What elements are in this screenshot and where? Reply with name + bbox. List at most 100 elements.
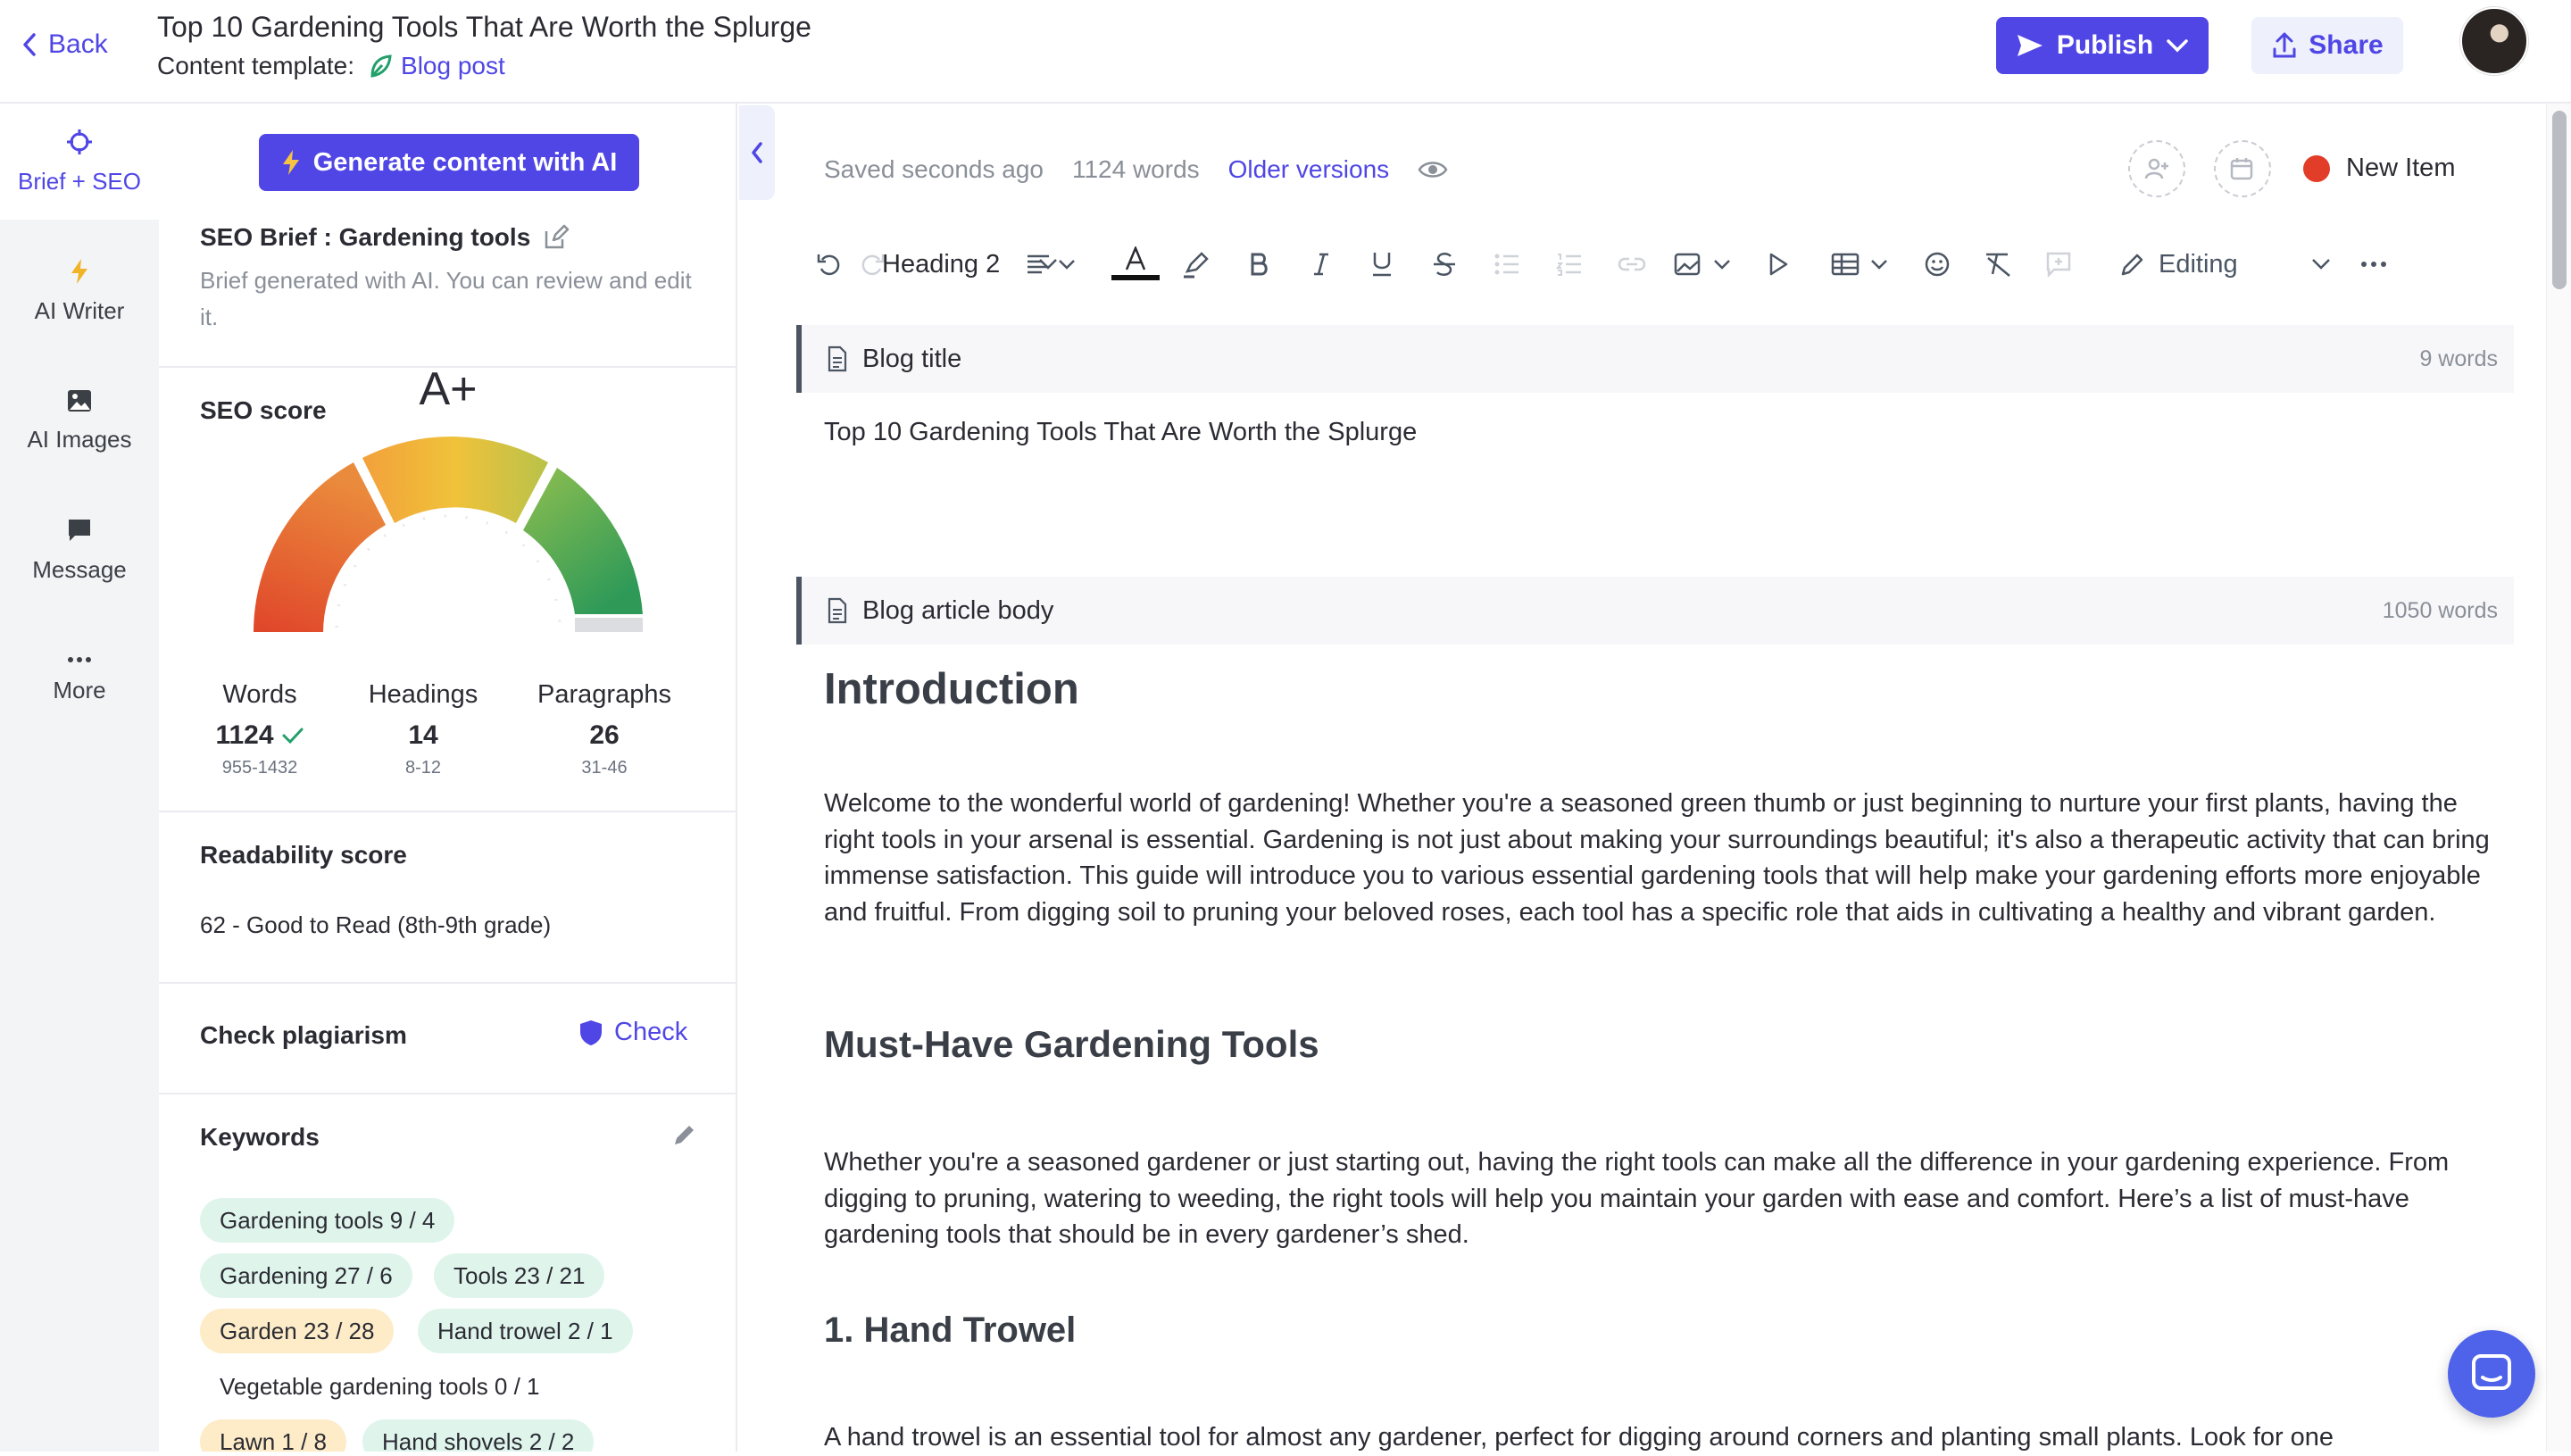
link-icon (1618, 257, 1646, 271)
insert-table-select[interactable] (1826, 230, 1898, 298)
keyword-chip[interactable]: Lawn 1 / 8 (200, 1419, 346, 1452)
status-label: New Item (2346, 154, 2456, 182)
older-versions-link[interactable]: Older versions (1228, 155, 1390, 184)
comment-icon (2046, 252, 2071, 278)
nav-item-ai-writer[interactable]: AI Writer (0, 233, 159, 349)
lightning-icon (282, 150, 299, 175)
block-label: Blog article body (827, 577, 1053, 645)
template-link[interactable]: Blog post (367, 52, 505, 80)
nav-item-more[interactable]: More (0, 621, 159, 737)
nav-label-brief-seo: Brief + SEO (18, 167, 141, 195)
bullet-list-button[interactable] (1489, 230, 1525, 298)
blog-title-field[interactable]: Top 10 Gardening Tools That Are Worth th… (824, 418, 1417, 447)
clear-formatting-button[interactable] (1980, 230, 2016, 298)
nav-label-ai-writer: AI Writer (34, 296, 125, 324)
collapse-panel-button[interactable] (739, 105, 775, 200)
underline-icon (1373, 253, 1391, 277)
paragraph-introduction[interactable]: Welcome to the wonderful world of garden… (824, 786, 2502, 930)
plagiarism-title: Check plagiarism (200, 1021, 407, 1049)
schedule-button[interactable] (2214, 140, 2271, 197)
italic-button[interactable] (1303, 230, 1339, 298)
scroll-thumb[interactable] (2552, 111, 2567, 289)
chevron-left-icon (23, 33, 36, 56)
keyword-chip[interactable]: Gardening tools 9 / 4 (200, 1198, 455, 1243)
keyword-chip[interactable]: Vegetable gardening tools 0 / 1 (200, 1364, 560, 1409)
seo-grade: A+ (419, 363, 478, 415)
add-collaborator-button[interactable] (2128, 140, 2185, 197)
eye-icon[interactable] (1418, 159, 1448, 180)
align-select[interactable] (1021, 230, 1084, 298)
stat-value-row: 1124 (175, 720, 345, 751)
nav-label-message: Message (32, 555, 127, 583)
gauge-segment-green (523, 468, 643, 614)
nav-item-message[interactable]: Message (0, 492, 159, 608)
keyword-chip[interactable]: Gardening 27 / 6 (200, 1253, 412, 1298)
insert-image-select[interactable] (1669, 230, 1741, 298)
readability-title: Readability score (200, 841, 407, 869)
undo-button[interactable] (811, 230, 846, 298)
emoji-icon (1925, 252, 1950, 277)
text-color-button[interactable] (1111, 230, 1161, 298)
more-dots-icon (68, 656, 91, 662)
document-icon (828, 597, 847, 624)
editing-mode-select[interactable]: Editing (2119, 230, 2238, 298)
keyword-chip[interactable]: Hand shovels 2 / 2 (362, 1419, 595, 1452)
gauge-segment-red (254, 462, 386, 632)
support-chat-button[interactable] (2448, 1330, 2535, 1418)
keyword-chip[interactable]: Hand trowel 2 / 1 (418, 1309, 633, 1353)
nav-label-more: More (53, 676, 106, 703)
share-button[interactable]: Share (2251, 17, 2403, 74)
stat-value: 1124 (215, 720, 274, 750)
strikethrough-button[interactable] (1427, 230, 1462, 298)
highlight-button[interactable] (1178, 230, 1214, 298)
editing-mode-dropdown[interactable] (2303, 230, 2339, 298)
gauge-segment-gray (575, 618, 644, 632)
keyword-chip[interactable]: Tools 23 / 21 (434, 1253, 605, 1298)
keywords-title: Keywords (200, 1123, 320, 1151)
image-icon (68, 389, 91, 412)
readability-value: 62 - Good to Read (8th-9th grade) (200, 911, 552, 938)
chevron-down-icon (2312, 259, 2330, 270)
link-button[interactable] (1614, 230, 1650, 298)
divider (159, 982, 736, 984)
block-label: Blog title (827, 325, 961, 393)
heading-hand-trowel[interactable]: 1. Hand Trowel (824, 1310, 1076, 1351)
embed-media-button[interactable] (1760, 230, 1796, 298)
status-indicator[interactable]: New Item (2303, 154, 2455, 183)
stat-range: 955-1432 (221, 758, 298, 778)
seo-gauge (252, 436, 645, 650)
paragraph-hand-trowel[interactable]: A hand trowel is an essential tool for a… (824, 1419, 2502, 1456)
add-user-icon (2144, 158, 2168, 179)
content-template: Content template: Blog post (157, 52, 505, 80)
underline-button[interactable] (1364, 230, 1400, 298)
back-button[interactable]: Back (20, 27, 108, 62)
emoji-button[interactable] (1919, 230, 1955, 298)
document-icon (828, 345, 847, 372)
paragraph-must-have[interactable]: Whether you're a seasoned gardener or ju… (824, 1144, 2502, 1253)
numbered-list-button[interactable] (1552, 230, 1587, 298)
editor-scrollbar[interactable] (2546, 104, 2571, 1452)
stat-label: Words (222, 680, 297, 709)
add-comment-button[interactable] (2041, 230, 2076, 298)
stat-words: Words 1124 955-1432 (175, 680, 345, 778)
check-plagiarism-button[interactable]: Check (578, 1018, 687, 1047)
pencil-icon[interactable] (670, 1121, 698, 1150)
pencil-icon (2121, 254, 2143, 276)
stat-label: Paragraphs (537, 680, 671, 709)
brief-title: SEO Brief : Gardening tools (200, 223, 570, 252)
highlighter-icon (1184, 252, 1209, 279)
heading-must-have[interactable]: Must-Have Gardening Tools (824, 1023, 1319, 1066)
heading-introduction[interactable]: Introduction (824, 664, 1079, 714)
keyword-chip[interactable]: Garden 23 / 28 (200, 1309, 395, 1353)
generate-content-button[interactable]: Generate content with AI (259, 134, 639, 191)
more-options-button[interactable] (2351, 230, 2396, 298)
publish-button[interactable]: Publish (1996, 17, 2209, 74)
nav-item-brief-seo[interactable]: Brief + SEO (0, 104, 159, 220)
block-label-text: Blog title (862, 344, 962, 373)
stat-value: 26 (589, 720, 620, 750)
bold-button[interactable] (1241, 230, 1277, 298)
edit-icon[interactable] (543, 224, 570, 251)
nav-item-ai-images[interactable]: AI Images (0, 362, 159, 478)
chevron-down-icon (2167, 39, 2188, 53)
user-avatar[interactable] (2460, 7, 2528, 75)
